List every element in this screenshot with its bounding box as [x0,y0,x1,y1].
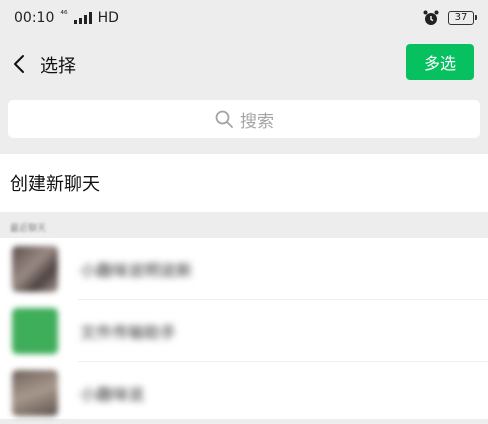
chat-name: 小趣味说明说新 [80,261,193,280]
create-new-chat[interactable]: 创建新聊天 [0,154,488,212]
search-icon [215,110,233,128]
chat-name: 文件传输助手 [80,323,177,342]
status-bar: 00:10 ⁴⁶ HD 37 [0,0,488,36]
chat-row[interactable]: 小趣味说 [0,362,488,424]
battery-level: 37 [454,12,468,23]
create-new-chat-label: 创建新聊天 [10,174,100,195]
status-right: 37 [422,9,477,27]
header: 选择 多选 [0,40,488,88]
status-time: 00:10 [14,10,55,26]
network-type: HD [97,10,119,26]
avatar [12,370,58,416]
search-input[interactable]: 搜索 [8,100,480,138]
recent-chats-list: 小趣味说明说新 文件传输助手 小趣味说 [0,238,488,424]
network-indicator: ⁴⁶ [60,10,68,20]
alarm-clock-icon [423,10,439,25]
signal-bars-icon [73,12,92,24]
chat-row[interactable]: 小趣味说明说新 [0,238,488,300]
recent-chats-header: 最近聊天 [0,216,488,238]
search-placeholder: 搜索 [240,111,274,132]
page-title: 选择 [40,56,76,77]
chevron-left-icon [14,55,24,73]
back-button[interactable] [8,48,30,80]
avatar [12,246,58,292]
avatar [12,308,58,354]
battery-icon: 37 [448,11,477,25]
recent-chats-header-label: 最近聊天 [10,223,47,234]
chat-name: 小趣味说 [80,385,145,404]
multi-select-button[interactable]: 多选 [406,44,474,80]
status-left: 00:10 ⁴⁶ HD [14,10,119,26]
chat-row[interactable]: 文件传输助手 [0,300,488,362]
